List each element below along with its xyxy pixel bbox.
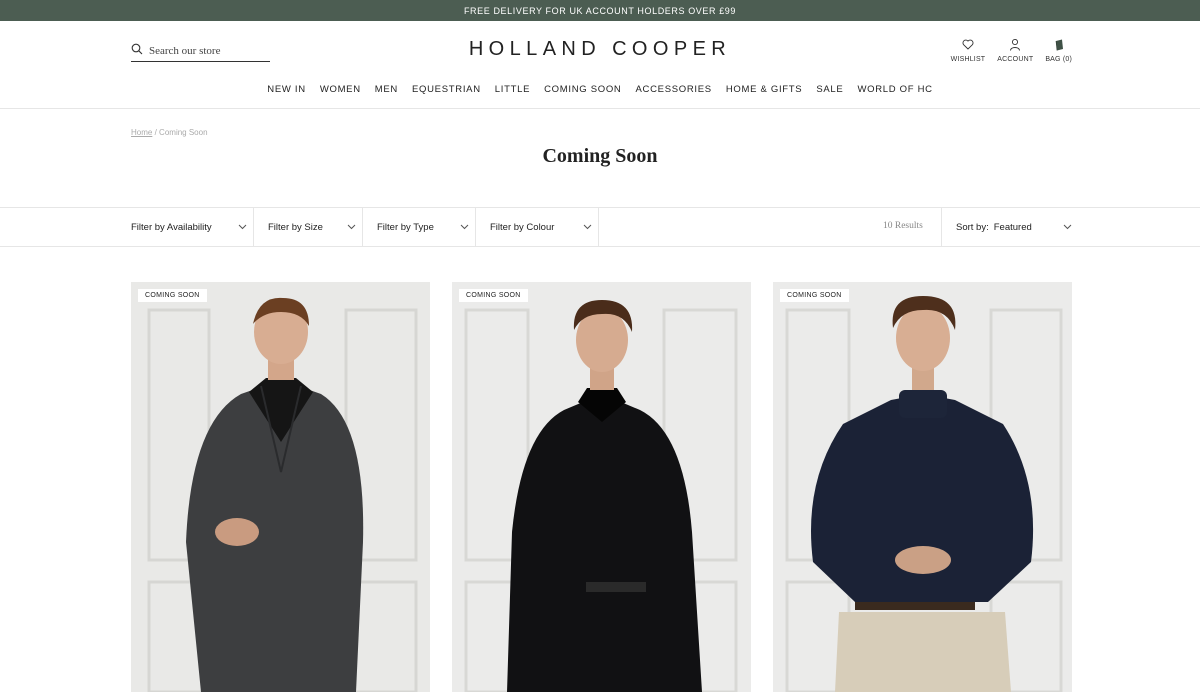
filter-label: Filter by Type	[377, 221, 434, 233]
nav-item-new-in[interactable]: NEW IN	[267, 84, 306, 95]
coming-soon-badge: COMING SOON	[780, 289, 849, 302]
filter-bar: Filter by Availability Filter by Size Fi…	[0, 207, 1200, 247]
coming-soon-badge: COMING SOON	[459, 289, 528, 302]
bag-link[interactable]: BAG (0)	[1045, 38, 1072, 63]
nav-item-world-of-hc[interactable]: WORLD OF HC	[857, 84, 932, 95]
site-header: HOLLAND COOPER WISHLIST ACCOUNT BAG (0) …	[0, 21, 1200, 109]
product-card[interactable]: COMING SOON	[131, 282, 430, 692]
page-title: Coming Soon	[542, 145, 658, 167]
filter-size[interactable]: Filter by Size	[254, 208, 363, 246]
product-card[interactable]: COMING SOON	[452, 282, 751, 692]
filter-type[interactable]: Filter by Type	[363, 208, 476, 246]
breadcrumb-current: Coming Soon	[159, 128, 208, 137]
nav-item-sale[interactable]: SALE	[816, 84, 843, 95]
coming-soon-badge: COMING SOON	[138, 289, 207, 302]
chevron-down-icon	[238, 222, 247, 233]
product-image[interactable]	[773, 282, 1072, 692]
filter-label: Filter by Size	[268, 221, 323, 233]
promo-banner: FREE DELIVERY FOR UK ACCOUNT HOLDERS OVE…	[0, 0, 1200, 21]
sort-label: Sort by:	[956, 221, 989, 233]
chevron-down-icon	[347, 222, 356, 233]
breadcrumb: Home / Coming Soon	[131, 128, 208, 137]
sort-value: Featured	[993, 221, 1032, 233]
breadcrumb-home[interactable]: Home	[131, 128, 152, 137]
results-count: 10 Results	[883, 221, 923, 231]
nav-item-coming-soon[interactable]: COMING SOON	[544, 84, 621, 95]
filter-colour[interactable]: Filter by Colour	[476, 208, 599, 246]
nav-item-little[interactable]: LITTLE	[495, 84, 530, 95]
nav-item-accessories[interactable]: ACCESSORIES	[636, 84, 712, 95]
product-image[interactable]	[131, 282, 430, 692]
shopping-bag-icon	[1053, 38, 1065, 53]
account-label: ACCOUNT	[997, 56, 1034, 63]
chevron-down-icon	[460, 222, 469, 233]
filter-label: Filter by Colour	[490, 221, 555, 233]
account-link[interactable]: ACCOUNT	[997, 38, 1033, 63]
header-utilities: WISHLIST ACCOUNT BAG (0)	[951, 38, 1072, 63]
product-card[interactable]: COMING SOON	[773, 282, 1072, 692]
bag-label: BAG (0)	[1045, 56, 1072, 63]
chevron-down-icon	[583, 222, 592, 233]
nav-item-equestrian[interactable]: EQUESTRIAN	[412, 84, 481, 95]
user-icon	[1009, 38, 1021, 53]
nav-item-home-gifts[interactable]: HOME & GIFTS	[726, 84, 803, 95]
chevron-down-icon	[1063, 222, 1072, 233]
filter-availability[interactable]: Filter by Availability	[131, 208, 254, 246]
wishlist-link[interactable]: WISHLIST	[951, 38, 986, 63]
sort-dropdown[interactable]: Sort by: Featured	[941, 208, 1072, 246]
product-image[interactable]	[452, 282, 751, 692]
wishlist-label: WISHLIST	[950, 56, 986, 63]
main-nav: NEW IN WOMEN MEN EQUESTRIAN LITTLE COMIN…	[0, 84, 1200, 95]
nav-item-men[interactable]: MEN	[375, 84, 398, 95]
heart-icon	[962, 38, 974, 53]
nav-item-women[interactable]: WOMEN	[320, 84, 361, 95]
filter-label: Filter by Availability	[131, 221, 212, 233]
promo-text: FREE DELIVERY FOR UK ACCOUNT HOLDERS OVE…	[463, 5, 737, 16]
breadcrumb-separator: /	[154, 128, 157, 137]
